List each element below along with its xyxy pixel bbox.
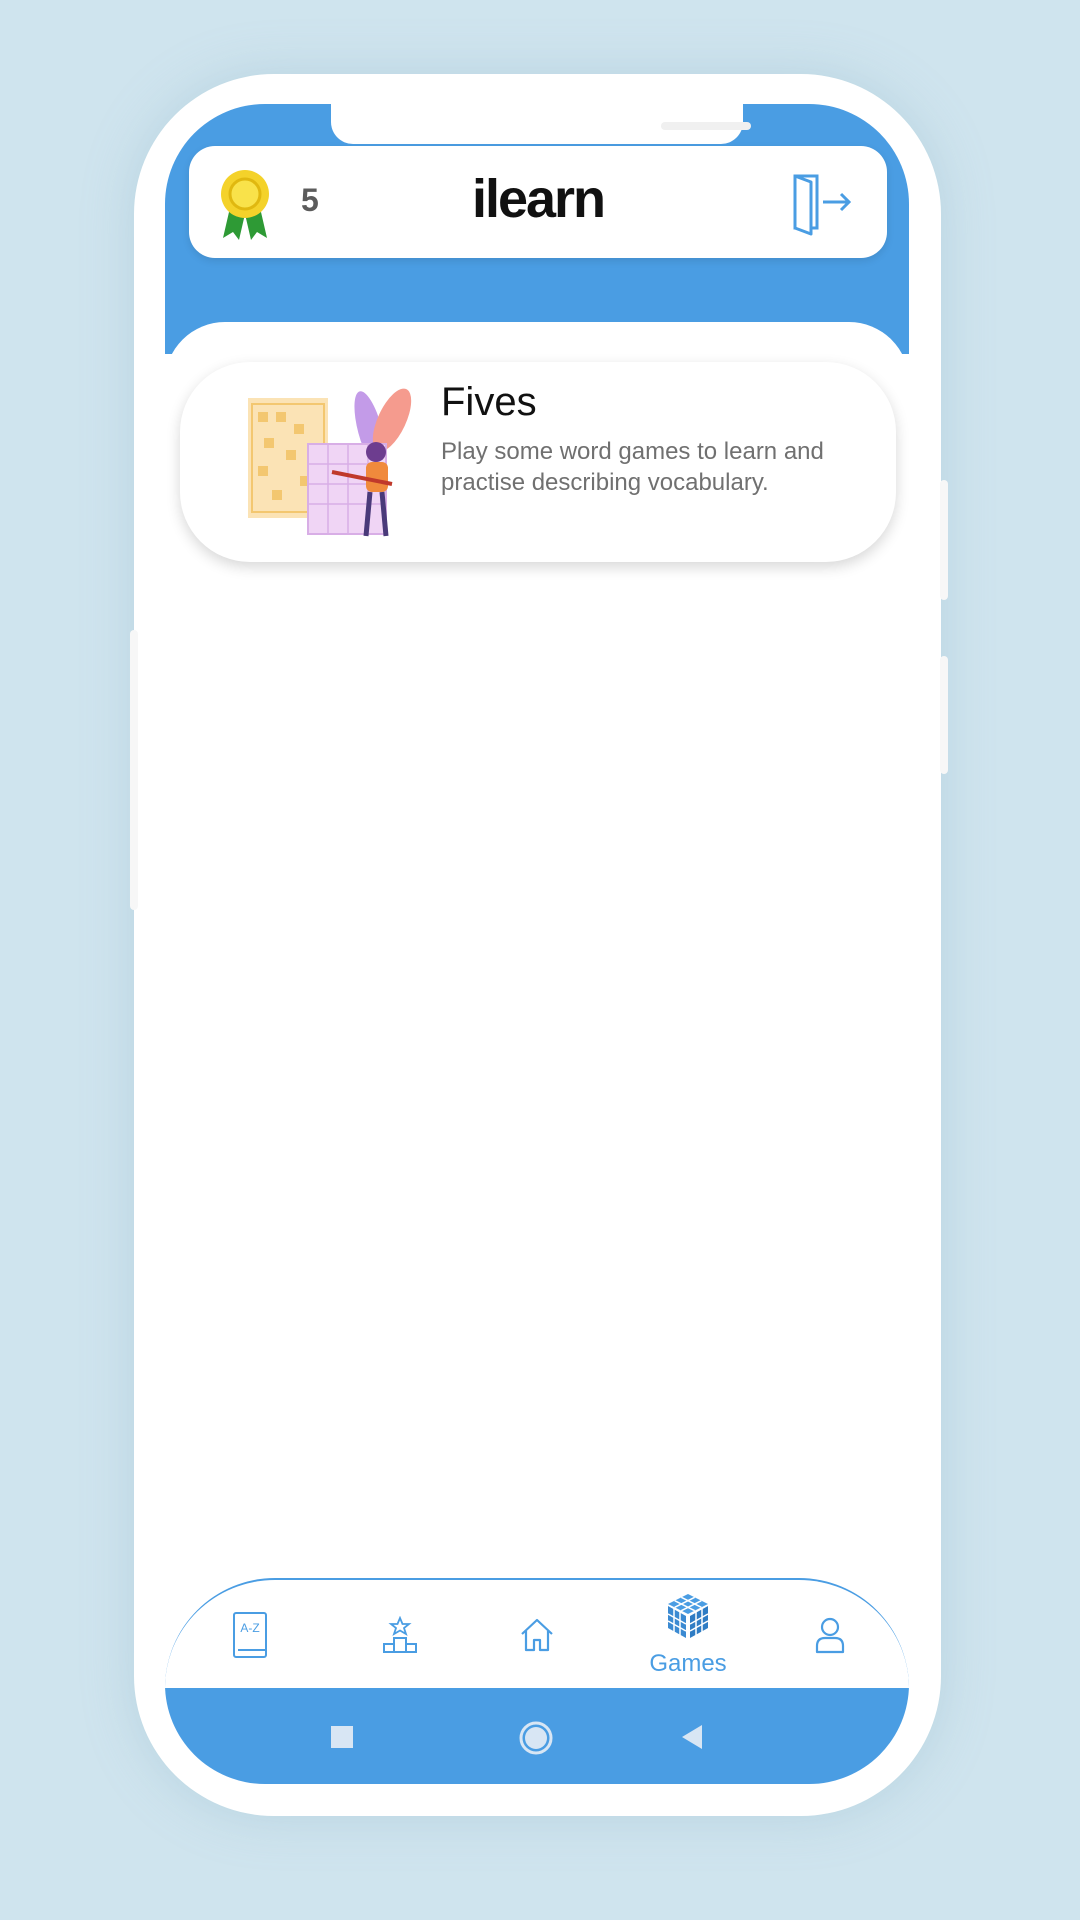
nav-games[interactable]: Games [643,1580,733,1692]
nav-leaderboard[interactable] [355,1580,445,1692]
nav-dictionary[interactable]: A-Z [205,1580,295,1692]
nav-games-label: Games [649,1650,727,1677]
dictionary-az-icon: A-Z [233,1612,267,1658]
android-navigation-bar [165,1688,909,1784]
side-button [130,630,138,910]
nav-profile[interactable] [795,1580,865,1692]
game-description: Play some word games to learn and practi… [441,438,824,496]
word-puzzle-illustration [248,388,412,537]
games-list: Fives Play some word games to learn and … [165,322,909,1622]
app-screen: 5 ilearn Fives Play some word games to l… [165,104,909,1784]
recents-square-icon[interactable] [330,1725,354,1749]
app-logo: ilearn [471,169,606,229]
nav-home[interactable] [492,1580,582,1692]
back-triangle-icon[interactable] [680,1724,704,1750]
home-circle-icon[interactable] [519,1721,553,1755]
az-label: A-Z [240,1621,259,1635]
game-card-fives[interactable]: Fives Play some word games to learn and … [180,362,896,562]
camera-notch [331,104,751,144]
home-icon [521,1618,553,1652]
app-header: 5 ilearn [189,146,887,258]
profile-icon [815,1617,845,1654]
game-title: Fives [441,380,537,424]
logout-door-icon[interactable] [789,170,855,236]
games-cube-icon [667,1594,709,1638]
side-button [940,480,948,600]
bottom-navigation: A-Z Games [165,1578,909,1692]
side-button [940,656,948,774]
speaker-grille [661,122,751,130]
leaderboard-podium-icon [383,1616,417,1653]
